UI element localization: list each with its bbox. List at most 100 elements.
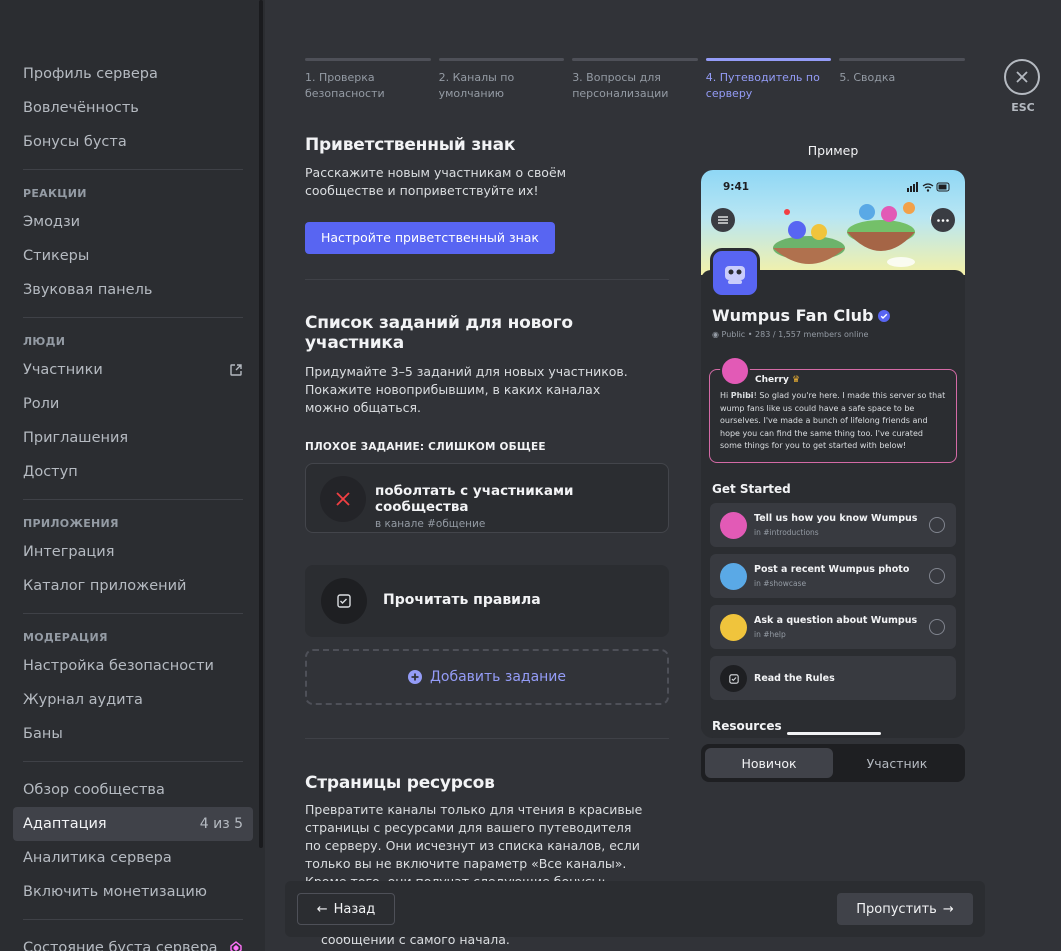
- preview-task-item[interactable]: Post a recent Wumpus photo in #showcase: [710, 554, 956, 598]
- back-button[interactable]: ← Назад: [297, 893, 395, 925]
- sidebar-item-safety-setup[interactable]: Настройка безопасности: [13, 649, 253, 683]
- step-default-channels[interactable]: 2. Каналы по умолчанию: [438, 58, 565, 102]
- arrow-right-icon: →: [942, 901, 954, 917]
- sidebar-item-members[interactable]: Участники: [13, 353, 253, 387]
- sidebar-item-label: Настройка безопасности: [23, 658, 214, 674]
- step-progress-bar: [705, 58, 832, 61]
- checkbox-circle-icon[interactable]: [929, 568, 945, 584]
- sidebar-item-label: Роли: [23, 396, 60, 412]
- welcome-text: Hi Phibi! So glad you're here. I made th…: [720, 390, 946, 453]
- sidebar-header-moderation: МОДЕРАЦИЯ: [23, 630, 108, 644]
- toggle-newbie[interactable]: Новичок: [705, 748, 833, 778]
- bad-task-channel: в канале #общение: [375, 518, 486, 530]
- tasks-description: Придумайте 3–5 заданий для новых участни…: [305, 364, 628, 415]
- sidebar-item-label: Приглашения: [23, 430, 129, 446]
- step-label: 2. Каналы по умолчанию: [438, 71, 515, 100]
- step-progress-bar: [305, 58, 431, 61]
- add-task-button[interactable]: Добавить задание: [305, 649, 669, 705]
- sidebar-header-apps: ПРИЛОЖЕНИЯ: [23, 516, 119, 530]
- arrow-left-icon: ←: [316, 901, 328, 917]
- step-label: 5. Сводка: [839, 71, 896, 84]
- preview-task-channel: in #introductions: [754, 528, 819, 537]
- preview-task-title: Read the Rules: [754, 673, 835, 684]
- sidebar-item-server-profile[interactable]: Профиль сервера: [13, 57, 253, 91]
- guide-content: Приветственный знак Расскажите новым уча…: [305, 132, 669, 891]
- mobile-preview: 9:41 Wumpus Fan Club ◉ Public • 283 / 1,…: [701, 170, 965, 738]
- sidebar-item-label: Состояние буста сервера: [23, 940, 218, 951]
- checkbox-circle-icon[interactable]: [929, 619, 945, 635]
- more-options-icon[interactable]: [931, 208, 955, 232]
- add-task-label: Добавить задание: [429, 669, 567, 685]
- sidebar-item-label: Интеграция: [23, 544, 115, 560]
- sidebar-item-label: Стикеры: [23, 248, 90, 264]
- external-link-icon: [229, 363, 243, 377]
- preview-label: Пример: [807, 143, 859, 158]
- sidebar-item-enable-monetization[interactable]: Включить монетизацию: [13, 875, 253, 909]
- sidebar-divider: [23, 169, 243, 170]
- sidebar-item-roles[interactable]: Роли: [13, 387, 253, 421]
- preview-view-toggle: Новичок Участник: [701, 744, 965, 782]
- step-progress-bar: [438, 58, 565, 61]
- sidebar-item-boost-perks[interactable]: Бонусы буста: [13, 125, 253, 159]
- skip-button-label: Пропустить: [856, 901, 937, 917]
- checkbox-circle-icon[interactable]: [929, 517, 945, 533]
- sidebar-item-access[interactable]: Доступ: [13, 455, 253, 489]
- skip-button[interactable]: Пропустить →: [837, 893, 973, 925]
- step-safety-check[interactable]: 1. Проверка безопасности: [305, 58, 431, 102]
- resources-description: Превратите каналы только для чтения в кр…: [305, 802, 643, 889]
- plus-circle-icon: [407, 670, 422, 684]
- setup-welcome-sign-button[interactable]: Настройте приветственный знак: [305, 222, 555, 254]
- close-settings[interactable]: ESC: [1004, 59, 1042, 114]
- sidebar-header-reactions: РЕАКЦИИ: [23, 186, 87, 200]
- sidebar-divider: [23, 761, 243, 762]
- sidebar-item-boost-status[interactable]: Состояние буста сервера: [13, 931, 253, 951]
- sidebar-item-audit-log[interactable]: Журнал аудита: [13, 683, 253, 717]
- bad-task-label: ПЛОХОЕ ЗАДАНИЕ: СЛИШКОМ ОБЩЕЕ: [305, 441, 546, 453]
- sidebar-item-soundboard[interactable]: Звуковая панель: [13, 273, 253, 307]
- step-summary[interactable]: 5. Сводка: [839, 58, 965, 102]
- welcome-sign-description: Расскажите новым участникам о своём сооб…: [305, 165, 567, 198]
- server-meta: ◉ Public • 283 / 1,557 members online: [712, 330, 868, 339]
- step-label: 1. Проверка безопасности: [305, 71, 385, 100]
- bad-task-example: поболтать с участниками сообщества в кан…: [305, 463, 669, 533]
- sidebar-divider: [23, 919, 243, 920]
- sidebar-item-label: Аналитика сервера: [23, 850, 172, 866]
- sidebar-item-server-insights[interactable]: Аналитика сервера: [13, 841, 253, 875]
- menu-icon[interactable]: [711, 208, 735, 232]
- toggle-member[interactable]: Участник: [833, 748, 961, 778]
- welcome-text-start: Hi: [720, 391, 731, 400]
- section-divider: [305, 738, 669, 739]
- resources-title: Страницы ресурсов: [305, 773, 495, 793]
- sidebar-item-community-overview[interactable]: Обзор сообщества: [13, 773, 253, 807]
- sidebar-item-label: Баны: [23, 726, 63, 742]
- sidebar-item-app-directory[interactable]: Каталог приложений: [13, 569, 253, 603]
- step-label: 4. Путеводитель по серверу: [705, 71, 820, 100]
- step-server-guide[interactable]: 4. Путеводитель по серверу: [705, 58, 832, 102]
- close-icon[interactable]: [1004, 59, 1040, 95]
- task-read-rules[interactable]: Прочитать правила: [305, 565, 669, 637]
- server-name-text: Wumpus Fan Club: [712, 306, 874, 325]
- sidebar-item-label: Профиль сервера: [23, 66, 158, 82]
- avatar: [720, 563, 747, 590]
- sidebar-item-engagement[interactable]: Вовлечённость: [13, 91, 253, 125]
- phone-status-icon: [907, 182, 950, 192]
- phone-clock: 9:41: [723, 181, 750, 193]
- step-customization-questions[interactable]: 3. Вопросы для персонализации: [572, 58, 698, 102]
- sidebar-item-onboarding[interactable]: Адаптация 4 из 5: [13, 807, 253, 841]
- sidebar-item-stickers[interactable]: Стикеры: [13, 239, 253, 273]
- sidebar-scrollbar[interactable]: [259, 0, 263, 848]
- crown-icon: ♛: [792, 375, 801, 385]
- welcome-author: Cherry ♛: [755, 375, 800, 385]
- sidebar-divider: [23, 499, 243, 500]
- x-icon: [320, 476, 366, 522]
- preview-task-channel: in #help: [754, 630, 786, 639]
- sidebar-item-label: Включить монетизацию: [23, 884, 207, 900]
- sidebar-item-integrations[interactable]: Интеграция: [13, 535, 253, 569]
- onboarding-progress: 4 из 5: [199, 816, 243, 832]
- sidebar-item-bans[interactable]: Баны: [13, 717, 253, 751]
- preview-task-item[interactable]: Read the Rules: [710, 656, 956, 700]
- sidebar-item-emoji[interactable]: Эмодзи: [13, 205, 253, 239]
- sidebar-item-invites[interactable]: Приглашения: [13, 421, 253, 455]
- preview-task-item[interactable]: Tell us how you know Wumpus in #introduc…: [710, 503, 956, 547]
- preview-task-item[interactable]: Ask a question about Wumpus in #help: [710, 605, 956, 649]
